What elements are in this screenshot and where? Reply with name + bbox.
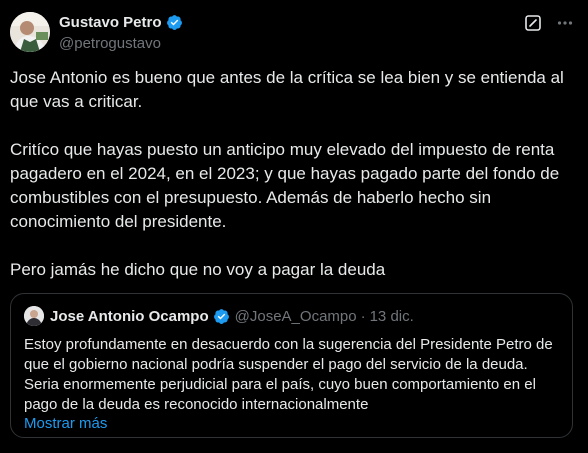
- tweet-top-actions: [524, 14, 574, 32]
- show-more-link[interactable]: Mostrar más: [24, 415, 107, 432]
- separator-dot: ·: [360, 307, 366, 325]
- more-options-icon[interactable]: [556, 14, 574, 32]
- grok-icon[interactable]: [524, 14, 542, 32]
- quoted-author-name[interactable]: Jose Antonio Ocampo: [50, 308, 209, 325]
- tweet-paragraph: Pero jamás he dicho que no voy a pagar l…: [10, 260, 386, 279]
- tweet-paragraph: Critíco que hayas puesto un anticipo muy…: [10, 140, 560, 231]
- author-name-row: Gustavo Petro: [59, 13, 183, 31]
- quoted-tweet-header: Jose Antonio Ocampo @JoseA_Ocampo · 13 d…: [24, 306, 414, 326]
- tweet-text: Jose Antonio es bueno que antes de la cr…: [10, 66, 578, 282]
- author-avatar[interactable]: [10, 12, 50, 52]
- tweet-paragraph: Jose Antonio es bueno que antes de la cr…: [10, 68, 564, 111]
- verified-badge-icon[interactable]: [166, 14, 183, 31]
- author-handle[interactable]: @petrogustavo: [59, 35, 183, 52]
- quoted-author-handle[interactable]: @JoseA_Ocampo: [235, 308, 357, 325]
- quoted-tweet-date[interactable]: 13 dic.: [370, 308, 414, 325]
- tweet: Gustavo Petro @petrogustavo Jose Antonio…: [0, 0, 588, 453]
- verified-badge-icon[interactable]: [213, 308, 230, 325]
- author-name[interactable]: Gustavo Petro: [59, 14, 162, 31]
- quoted-tweet-card[interactable]: Jose Antonio Ocampo @JoseA_Ocampo · 13 d…: [10, 293, 573, 438]
- quoted-author-avatar[interactable]: [24, 306, 44, 326]
- quoted-tweet-text: Estoy profundamente en desacuerdo con la…: [24, 336, 553, 413]
- author-block: Gustavo Petro @petrogustavo: [59, 13, 183, 52]
